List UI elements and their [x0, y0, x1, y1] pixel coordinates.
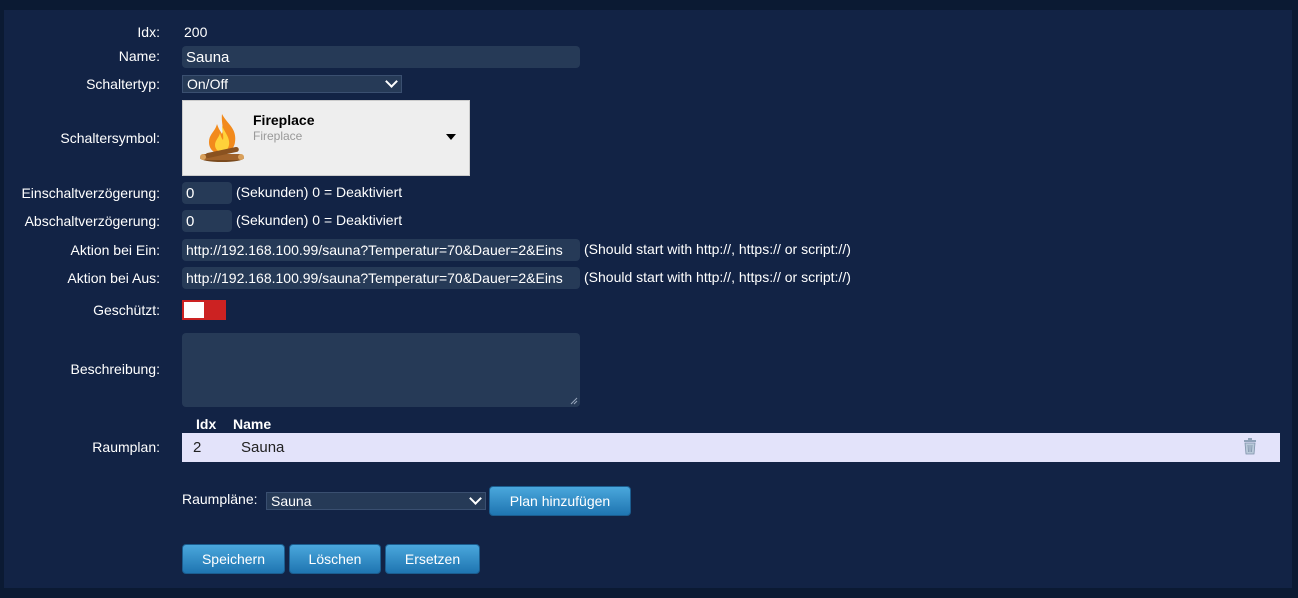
on-action-label: Aktion bei Ein:: [70, 242, 161, 258]
table-header-idx: Idx: [196, 416, 217, 432]
description-textarea[interactable]: [182, 333, 580, 407]
switch-icon-label: Schaltersymbol:: [60, 130, 160, 146]
icon-subtitle: Fireplace: [253, 129, 303, 143]
off-action-label: Aktion bei Aus:: [67, 270, 160, 286]
off-action-hint: (Should start with http://, https:// or …: [584, 269, 851, 285]
protected-toggle[interactable]: [182, 300, 226, 320]
name-label: Name:: [118, 48, 160, 64]
replace-button[interactable]: Ersetzen: [385, 544, 480, 574]
roomplans-select[interactable]: Sauna: [266, 492, 486, 510]
row-name: Sauna: [241, 439, 285, 456]
name-input[interactable]: [182, 46, 580, 68]
idx-value: 200: [184, 24, 208, 40]
resize-grip-icon[interactable]: [570, 397, 578, 405]
chevron-down-icon: [469, 492, 482, 505]
table-row: 2 Sauna: [182, 433, 1280, 462]
roomplans-label: Raumpläne:: [182, 491, 258, 507]
on-action-input[interactable]: [182, 239, 580, 261]
add-plan-button[interactable]: Plan hinzufügen: [489, 486, 631, 516]
switch-icon-select[interactable]: Fireplace Fireplace: [182, 100, 470, 176]
off-delay-label: Abschaltverzögerung:: [24, 213, 160, 229]
save-button[interactable]: Speichern: [182, 544, 285, 574]
delete-button[interactable]: Löschen: [289, 544, 381, 574]
switch-type-select[interactable]: On/Off: [182, 75, 402, 93]
fireplace-icon: [200, 114, 244, 162]
caret-down-icon: [446, 134, 456, 140]
protected-label: Geschützt:: [93, 302, 160, 318]
off-delay-input[interactable]: [182, 210, 232, 232]
icon-title: Fireplace: [253, 112, 315, 128]
on-delay-hint: (Sekunden) 0 = Deaktiviert: [236, 184, 403, 200]
switch-type-label: Schaltertyp:: [86, 76, 160, 92]
chevron-down-icon: [385, 75, 398, 88]
roomplan-label: Raumplan:: [92, 439, 160, 455]
toggle-knob: [184, 302, 204, 318]
idx-label: Idx:: [137, 24, 160, 40]
switch-type-value: On/Off: [187, 76, 228, 92]
on-action-hint: (Should start with http://, https:// or …: [584, 241, 851, 257]
table-header-name: Name: [233, 416, 272, 432]
off-action-input[interactable]: [182, 267, 580, 289]
on-delay-input[interactable]: [182, 182, 232, 204]
roomplans-selected: Sauna: [271, 493, 312, 509]
description-label: Beschreibung:: [70, 361, 160, 377]
on-delay-label: Einschaltverzögerung:: [21, 185, 160, 201]
trash-icon[interactable]: [1242, 437, 1258, 455]
row-idx: 2: [193, 439, 202, 456]
off-delay-hint: (Sekunden) 0 = Deaktiviert: [236, 212, 403, 228]
